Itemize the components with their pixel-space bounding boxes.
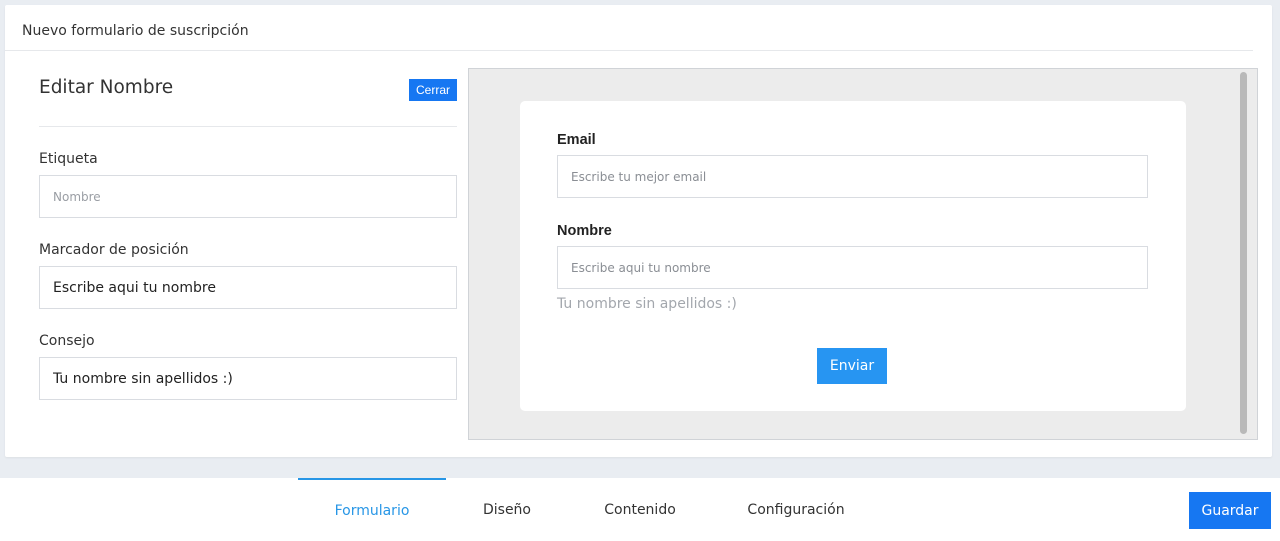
editor-title: Editar Nombre — [39, 77, 174, 98]
name-input[interactable] — [557, 246, 1148, 289]
page-title: Nuevo formulario de suscripción — [22, 23, 249, 39]
hint-input[interactable] — [39, 357, 457, 400]
scroll-thumb[interactable] — [1240, 72, 1247, 434]
card-header: Nuevo formulario de suscripción — [5, 5, 1253, 51]
tab-formulario[interactable]: Formulario — [298, 478, 446, 541]
name-label: Nombre — [557, 223, 612, 239]
placeholder-field-label: Marcador de posición — [39, 242, 189, 258]
hint-field-label: Consejo — [39, 333, 95, 349]
tab-contenido[interactable]: Contenido — [590, 478, 690, 541]
submit-button[interactable]: Enviar — [817, 348, 887, 384]
form-editor-card: Nuevo formulario de suscripción Editar N… — [5, 5, 1272, 457]
email-label: Email — [557, 132, 596, 148]
save-button[interactable]: Guardar — [1189, 492, 1271, 529]
tab-configuracion[interactable]: Configuración — [736, 478, 856, 541]
divider — [39, 126, 457, 127]
form-preview-card: Email Nombre Tu nombre sin apellidos :) … — [520, 101, 1186, 411]
name-hint: Tu nombre sin apellidos :) — [557, 296, 737, 312]
form-preview-pane: Email Nombre Tu nombre sin apellidos :) … — [468, 68, 1258, 440]
email-input[interactable] — [557, 155, 1148, 198]
tab-diseno[interactable]: Diseño — [467, 478, 547, 541]
close-button[interactable]: Cerrar — [409, 79, 457, 101]
label-field-label: Etiqueta — [39, 151, 98, 167]
placeholder-input[interactable] — [39, 266, 457, 309]
bottom-tab-bar: Formulario Diseño Contenido Configuració… — [0, 478, 1280, 541]
label-input[interactable] — [39, 175, 457, 218]
preview-scrollbar[interactable] — [1238, 72, 1249, 434]
